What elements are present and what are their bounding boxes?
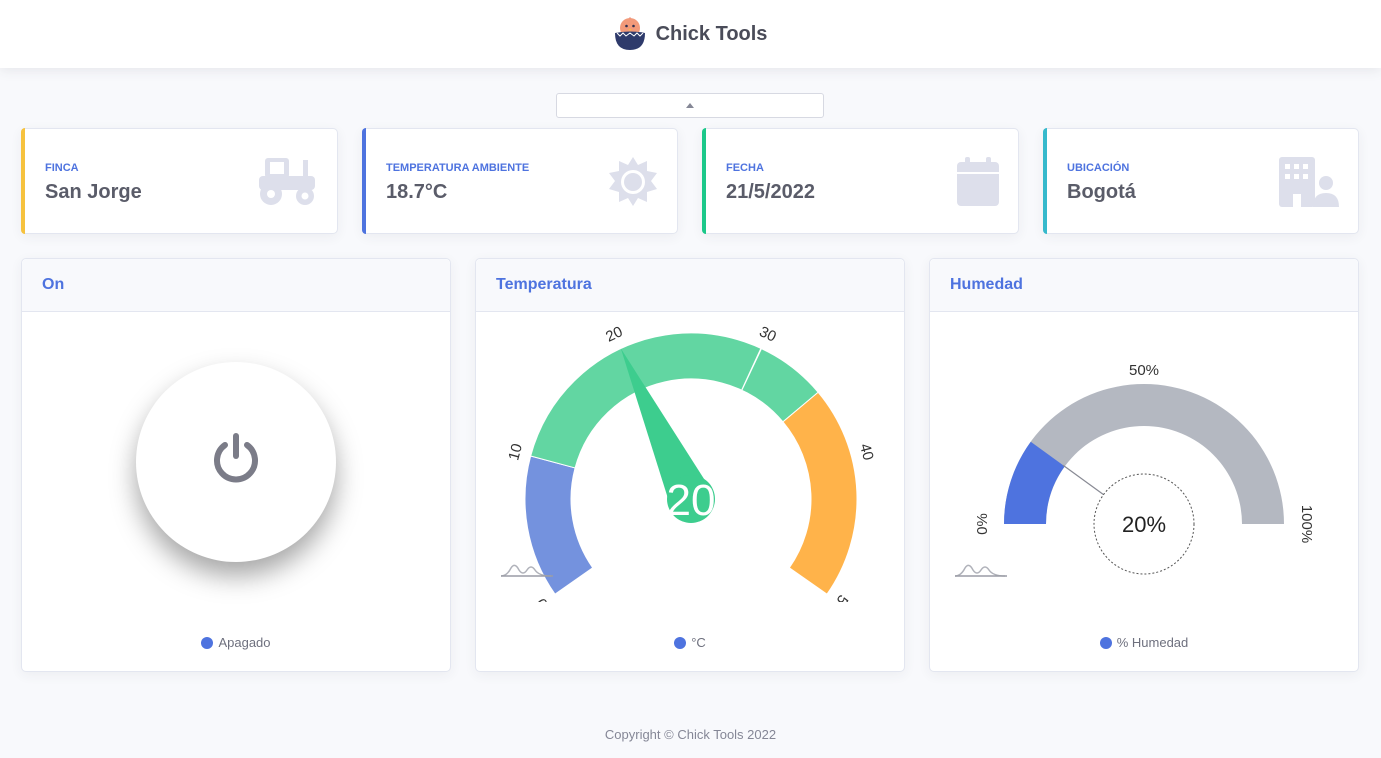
- legend-humedad[interactable]: % Humedad: [930, 635, 1358, 650]
- gauge-value: 20: [667, 476, 716, 525]
- card-accent: [21, 128, 25, 234]
- gauge-max-label: 100%: [1298, 505, 1315, 543]
- calendar-icon: [956, 156, 1000, 213]
- legend-label: % Humedad: [1116, 635, 1189, 650]
- panel-header: On: [22, 259, 450, 312]
- gauge-mid-label: 50%: [1129, 362, 1159, 379]
- legend-dot: [674, 636, 687, 649]
- panel-title-temperatura: Temperatura: [496, 276, 592, 293]
- gauge-pointer: [1062, 464, 1104, 496]
- legend-dot: [1099, 636, 1112, 649]
- info-label-ubicacion: Ubicación: [1067, 162, 1130, 174]
- gauge-tick-label: 30: [757, 323, 779, 345]
- legend-label: Apagado: [218, 635, 271, 650]
- legend-dot: [201, 636, 214, 649]
- footer-copyright: Copyright © Chick Tools 2022: [604, 727, 777, 742]
- info-card-finca: Finca San Jorge: [21, 128, 338, 234]
- gauge-tick-label: 20: [603, 323, 625, 345]
- panel-header: Humedad: [930, 259, 1358, 312]
- legend-celsius[interactable]: °C: [476, 635, 904, 650]
- caret-up-icon: [686, 103, 694, 108]
- collapse-toggle-button[interactable]: [556, 93, 824, 118]
- info-card-temperatura-ambiente: Temperatura ambiente 18.7°C: [362, 128, 678, 234]
- card-accent: [362, 128, 366, 234]
- gauge-tick-label: 50: [828, 591, 851, 602]
- topbar: Chick Tools: [0, 0, 1381, 68]
- info-value-finca: San Jorge: [45, 181, 142, 203]
- tractor-icon: [257, 156, 319, 213]
- power-icon: [209, 432, 263, 493]
- app-title: Chick Tools: [655, 22, 768, 45]
- gauge-band: [524, 455, 594, 595]
- info-value-ubicacion: Bogotá: [1067, 181, 1136, 203]
- panel-title-on: On: [42, 276, 65, 293]
- card-accent: [702, 128, 706, 234]
- gauge-tick-label: 10: [505, 442, 526, 463]
- info-value-temperatura: 18.7°C: [386, 181, 448, 203]
- chart-badge-icon: [954, 564, 1007, 577]
- info-label-temperatura: Temperatura ambiente: [386, 162, 530, 174]
- info-card-ubicacion: Ubicación Bogotá: [1043, 128, 1359, 234]
- gauge-band: [782, 391, 858, 595]
- gauge-tick-label: 0: [533, 595, 552, 602]
- building-user-icon: [1278, 156, 1340, 213]
- sun-icon: [607, 156, 659, 213]
- panel-header: Temperatura: [476, 259, 904, 312]
- power-button[interactable]: [136, 362, 336, 562]
- panel-title-humedad: Humedad: [950, 276, 1023, 293]
- gauge-tick-label: 40: [856, 442, 877, 463]
- panel-on: On Apagado: [21, 258, 451, 672]
- info-label-finca: Finca: [45, 162, 79, 174]
- temperature-gauge: 0 10 20 30 40 50 20: [500, 323, 877, 602]
- info-card-fecha: Fecha 21/5/2022: [702, 128, 1019, 234]
- gauge-min-label: 0%: [974, 513, 991, 535]
- legend-apagado[interactable]: Apagado: [22, 635, 450, 650]
- panel-humedad: Humedad 20% 0% 50% 100% % Humedad: [929, 258, 1359, 672]
- info-value-fecha: 21/5/2022: [726, 181, 815, 203]
- info-label-fecha: Fecha: [726, 162, 764, 174]
- card-accent: [1043, 128, 1047, 234]
- chick-logo-icon: [614, 14, 646, 55]
- brand[interactable]: Chick Tools: [614, 14, 768, 55]
- panel-temperatura: Temperatura 0 10 20 30 40 50 20 °C: [475, 258, 905, 672]
- gauge-value: 20%: [1122, 512, 1166, 537]
- legend-label: °C: [691, 635, 706, 650]
- humidity-gauge: 20% 0% 50% 100%: [954, 362, 1315, 577]
